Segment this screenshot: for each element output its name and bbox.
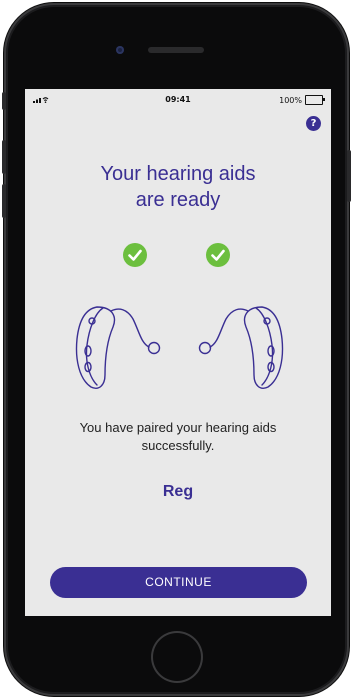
- volume-up-button: [2, 140, 6, 174]
- power-button: [347, 150, 351, 202]
- help-icon[interactable]: ?: [306, 116, 321, 131]
- check-icon: [123, 243, 147, 267]
- hearing-aids-illustration: [75, 306, 284, 389]
- check-icon: [206, 243, 230, 267]
- message-line-1: You have paired your hearing aids: [79, 420, 277, 435]
- earpiece-speaker: [148, 47, 204, 53]
- device-name: Reg: [162, 483, 194, 500]
- battery-percent: 100%: [279, 95, 302, 105]
- app-screen: 09:41 100% ? Your hearing aids are ready: [25, 89, 331, 616]
- battery-status: 100%: [279, 95, 325, 105]
- front-camera: [116, 46, 124, 54]
- battery-icon: [305, 95, 325, 105]
- page-title: Your hearing aids are ready: [25, 161, 331, 213]
- status-bar: 09:41 100%: [25, 89, 331, 109]
- hearing-aid-right-icon: [198, 306, 284, 389]
- volume-down-button: [2, 184, 6, 218]
- title-line-1: Your hearing aids: [100, 163, 256, 185]
- title-line-2: are ready: [135, 189, 221, 211]
- mute-switch: [2, 92, 6, 110]
- hearing-aid-left-icon: [75, 306, 161, 389]
- message-line-2: successfully.: [141, 438, 215, 453]
- continue-button[interactable]: CONTINUE: [50, 567, 307, 598]
- home-button[interactable]: [151, 631, 203, 683]
- success-message: You have paired your hearing aids succes…: [25, 419, 331, 455]
